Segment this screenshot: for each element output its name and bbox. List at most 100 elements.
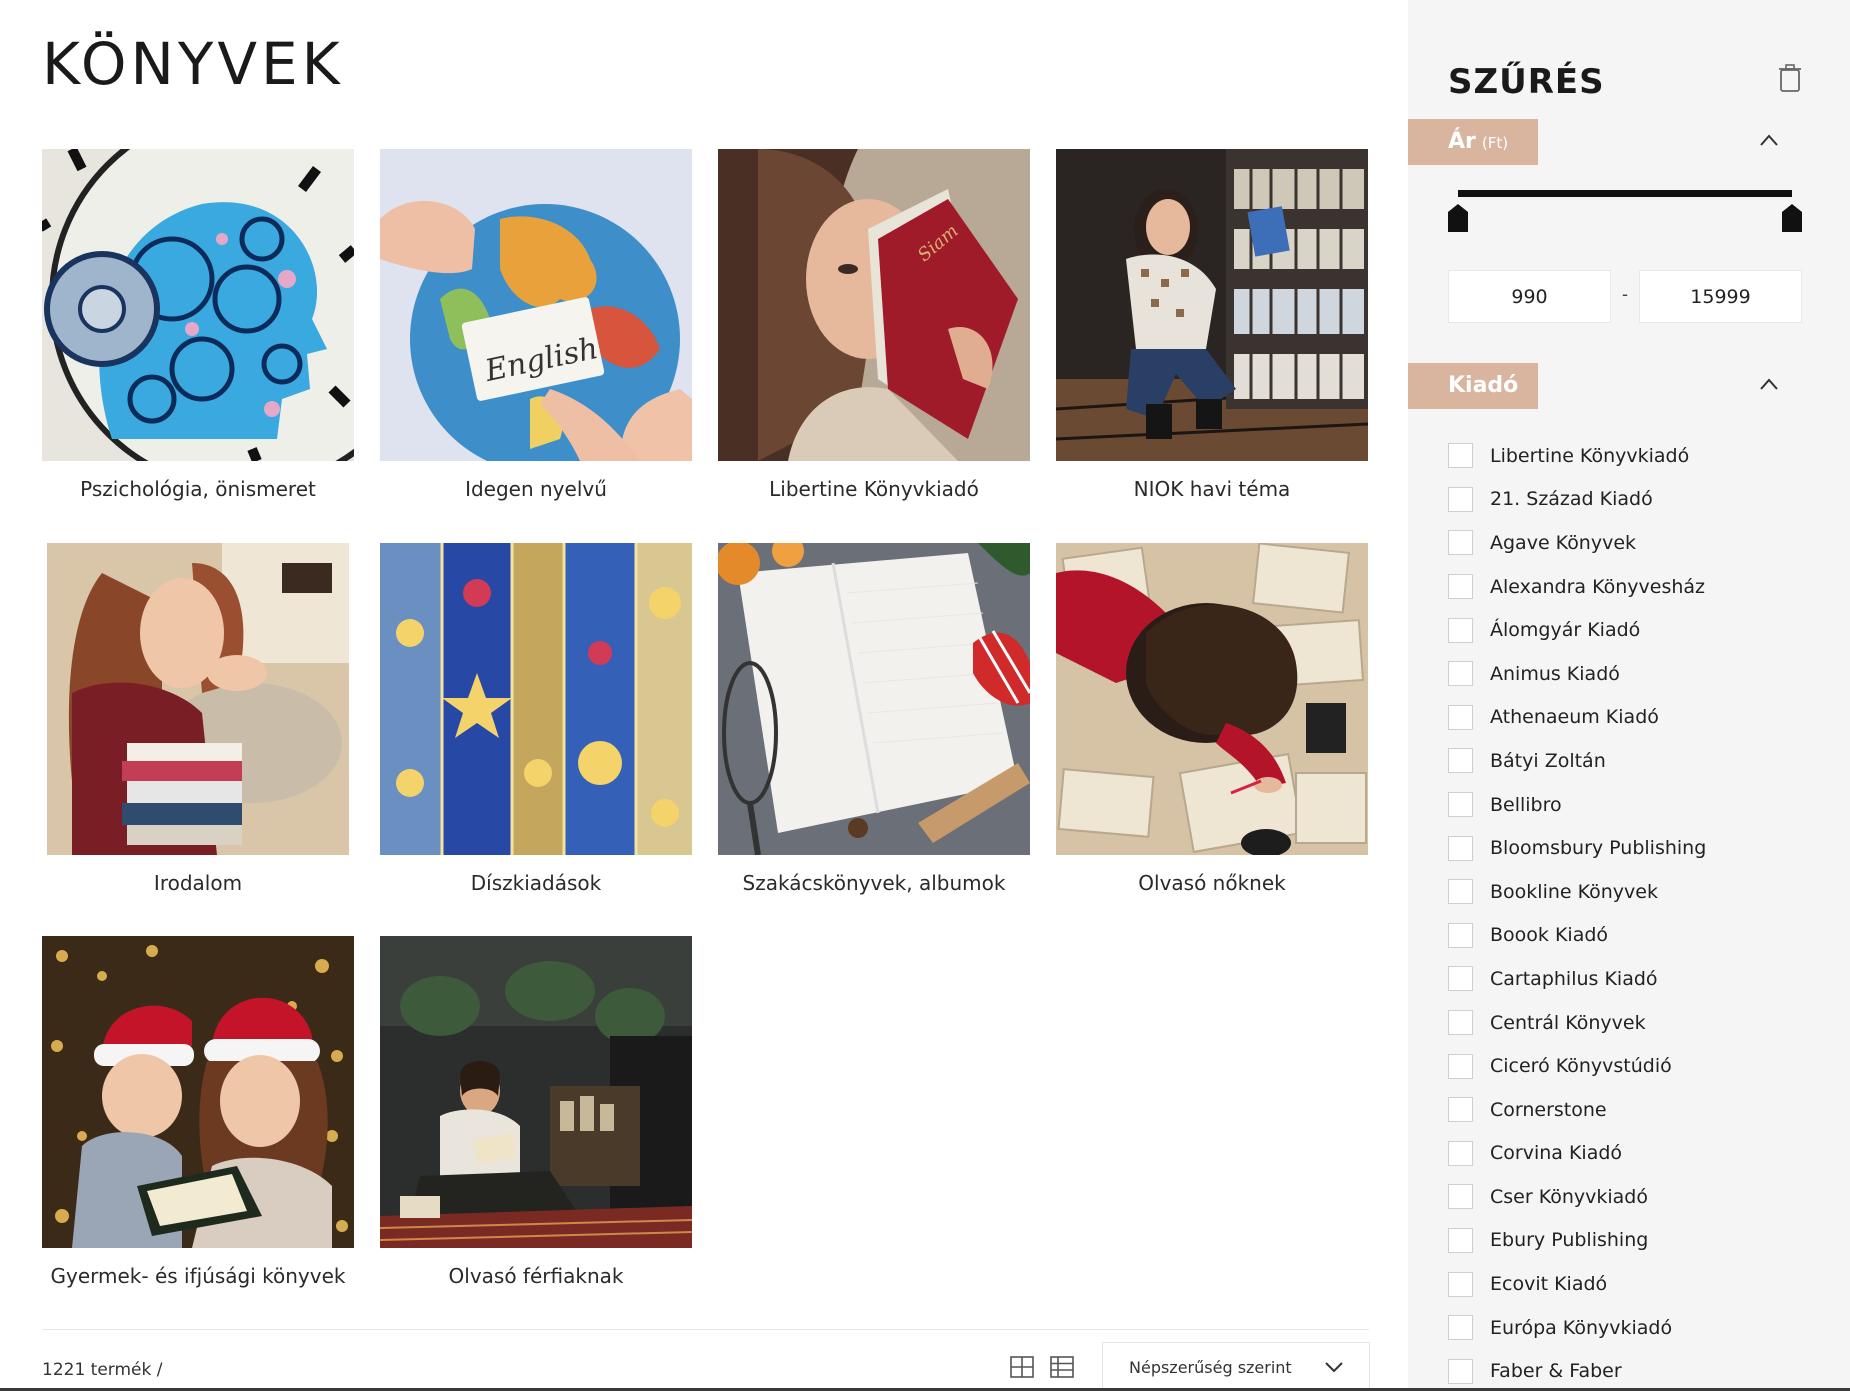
publisher-option-label[interactable]: Cser Könyvkiadó xyxy=(1490,1186,1648,1208)
category-tile[interactable]: English Idegen nyelvű xyxy=(380,149,692,501)
publisher-option-label[interactable]: Bloomsbury Publishing xyxy=(1490,837,1706,859)
publisher-option[interactable]: Cornerstone xyxy=(1448,1088,1706,1132)
category-label[interactable]: Idegen nyelvű xyxy=(380,477,692,501)
publisher-option[interactable]: Athenaeum Kiadó xyxy=(1448,696,1706,740)
checkbox[interactable] xyxy=(1448,530,1473,556)
price-slider-track[interactable] xyxy=(1458,190,1792,197)
publisher-tab[interactable]: Kiadó xyxy=(1408,363,1538,409)
publisher-option[interactable]: Európa Könyvkiadó xyxy=(1448,1306,1706,1350)
publisher-option-label[interactable]: Cornerstone xyxy=(1490,1099,1607,1121)
checkbox[interactable] xyxy=(1448,748,1473,774)
publisher-option[interactable]: Bookline Könyvek xyxy=(1448,870,1706,914)
category-image-women-readers[interactable] xyxy=(1056,543,1368,855)
checkbox[interactable] xyxy=(1448,1097,1473,1123)
chevron-up-icon[interactable] xyxy=(1759,377,1779,391)
publisher-option-label[interactable]: Boook Kiadó xyxy=(1490,924,1608,946)
checkbox[interactable] xyxy=(1448,617,1473,643)
publisher-option[interactable]: Agave Könyvek xyxy=(1448,521,1706,565)
category-tile[interactable]: Olvasó nőknek xyxy=(1056,543,1368,895)
category-image-niok[interactable] xyxy=(1056,149,1368,461)
category-label[interactable]: Pszichológia, önismeret xyxy=(42,477,354,501)
publisher-option[interactable]: Cser Könyvkiadó xyxy=(1448,1175,1706,1219)
publisher-option[interactable]: Alexandra Könyvesház xyxy=(1448,565,1706,609)
category-tile[interactable]: Irodalom xyxy=(42,543,354,895)
price-section-header[interactable]: Ár (Ft) xyxy=(1408,119,1850,165)
price-min-handle[interactable] xyxy=(1448,204,1468,232)
grid-view-icon[interactable] xyxy=(1010,1356,1034,1378)
category-image-psychology[interactable] xyxy=(42,149,354,461)
publisher-option-label[interactable]: Bellibro xyxy=(1490,794,1562,816)
chevron-up-icon[interactable] xyxy=(1759,133,1779,147)
publisher-section-header[interactable]: Kiadó xyxy=(1408,363,1850,409)
checkbox[interactable] xyxy=(1448,486,1473,512)
sort-select[interactable]: Népszerűség szerint xyxy=(1102,1342,1370,1391)
category-tile[interactable]: NIOK havi téma xyxy=(1056,149,1368,501)
publisher-option[interactable]: Bloomsbury Publishing xyxy=(1448,826,1706,870)
publisher-option-label[interactable]: Athenaeum Kiadó xyxy=(1490,706,1659,728)
category-tile[interactable]: Szakácskönyvek, albumok xyxy=(718,543,1030,895)
price-max-input[interactable]: 15999 xyxy=(1639,270,1802,323)
category-label[interactable]: Olvasó nőknek xyxy=(1056,871,1368,895)
publisher-option-label[interactable]: Álomgyár Kiadó xyxy=(1490,619,1640,641)
checkbox[interactable] xyxy=(1448,1271,1473,1297)
publisher-option[interactable]: Boook Kiadó xyxy=(1448,914,1706,958)
publisher-option-label[interactable]: Bookline Könyvek xyxy=(1490,881,1658,903)
checkbox[interactable] xyxy=(1448,1053,1473,1079)
publisher-option-label[interactable]: Bátyi Zoltán xyxy=(1490,750,1606,772)
publisher-option[interactable]: Ciceró Könyvstúdió xyxy=(1448,1044,1706,1088)
publisher-option-label[interactable]: Centrál Könyvek xyxy=(1490,1012,1646,1034)
category-label[interactable]: Olvasó férfiaknak xyxy=(380,1264,692,1288)
category-tile[interactable]: Olvasó férfiaknak xyxy=(380,936,692,1288)
checkbox[interactable] xyxy=(1448,835,1473,861)
category-label[interactable]: Gyermek- és ifjúsági könyvek xyxy=(42,1264,354,1288)
checkbox[interactable] xyxy=(1448,1010,1473,1036)
checkbox[interactable] xyxy=(1448,1184,1473,1210)
category-label[interactable]: Szakácskönyvek, albumok xyxy=(718,871,1030,895)
publisher-option-label[interactable]: Európa Könyvkiadó xyxy=(1490,1317,1672,1339)
checkbox[interactable] xyxy=(1448,1140,1473,1166)
publisher-option[interactable]: Ecovit Kiadó xyxy=(1448,1262,1706,1306)
checkbox[interactable] xyxy=(1448,443,1473,469)
publisher-option[interactable]: Ebury Publishing xyxy=(1448,1219,1706,1263)
category-label[interactable]: Irodalom xyxy=(42,871,354,895)
publisher-option[interactable]: 21. Század Kiadó xyxy=(1448,478,1706,522)
category-tile[interactable]: Pszichológia, önismeret xyxy=(42,149,354,501)
category-tile[interactable]: Díszkiadások xyxy=(380,543,692,895)
category-image-libertine[interactable]: Siam xyxy=(718,149,1030,461)
publisher-option[interactable]: Corvina Kiadó xyxy=(1448,1132,1706,1176)
price-min-input[interactable]: 990 xyxy=(1448,270,1611,323)
checkbox[interactable] xyxy=(1448,574,1473,600)
publisher-option[interactable]: Libertine Könyvkiadó xyxy=(1448,434,1706,478)
category-tile[interactable]: Siam Libertine Könyvkiadó xyxy=(718,149,1030,501)
publisher-option-label[interactable]: Ebury Publishing xyxy=(1490,1229,1648,1251)
checkbox[interactable] xyxy=(1448,661,1473,687)
category-image-children[interactable] xyxy=(42,936,354,1248)
publisher-option[interactable]: Animus Kiadó xyxy=(1448,652,1706,696)
checkbox[interactable] xyxy=(1448,879,1473,905)
price-tab[interactable]: Ár (Ft) xyxy=(1408,119,1538,165)
publisher-option[interactable]: Bellibro xyxy=(1448,783,1706,827)
publisher-option-label[interactable]: Libertine Könyvkiadó xyxy=(1490,445,1689,467)
list-view-icon[interactable] xyxy=(1050,1356,1074,1378)
category-image-men-readers[interactable] xyxy=(380,936,692,1248)
publisher-option[interactable]: Cartaphilus Kiadó xyxy=(1448,957,1706,1001)
publisher-option[interactable]: Álomgyár Kiadó xyxy=(1448,608,1706,652)
checkbox[interactable] xyxy=(1448,1227,1473,1253)
checkbox[interactable] xyxy=(1448,1358,1473,1384)
publisher-option-label[interactable]: 21. Század Kiadó xyxy=(1490,488,1653,510)
publisher-option-label[interactable]: Agave Könyvek xyxy=(1490,532,1636,554)
publisher-option-label[interactable]: Alexandra Könyvesház xyxy=(1490,576,1705,598)
checkbox[interactable] xyxy=(1448,792,1473,818)
category-image-foreign-language[interactable]: English xyxy=(380,149,692,461)
category-tile[interactable]: Gyermek- és ifjúsági könyvek xyxy=(42,936,354,1288)
publisher-option-label[interactable]: Corvina Kiadó xyxy=(1490,1142,1622,1164)
category-label[interactable]: Libertine Könyvkiadó xyxy=(718,477,1030,501)
checkbox[interactable] xyxy=(1448,966,1473,992)
category-image-literature[interactable] xyxy=(42,543,354,855)
checkbox[interactable] xyxy=(1448,1315,1473,1341)
publisher-option-label[interactable]: Ecovit Kiadó xyxy=(1490,1273,1607,1295)
category-label[interactable]: Díszkiadások xyxy=(380,871,692,895)
publisher-option-label[interactable]: Cartaphilus Kiadó xyxy=(1490,968,1658,990)
publisher-option[interactable]: Bátyi Zoltán xyxy=(1448,739,1706,783)
category-image-cookbooks[interactable] xyxy=(718,543,1030,855)
